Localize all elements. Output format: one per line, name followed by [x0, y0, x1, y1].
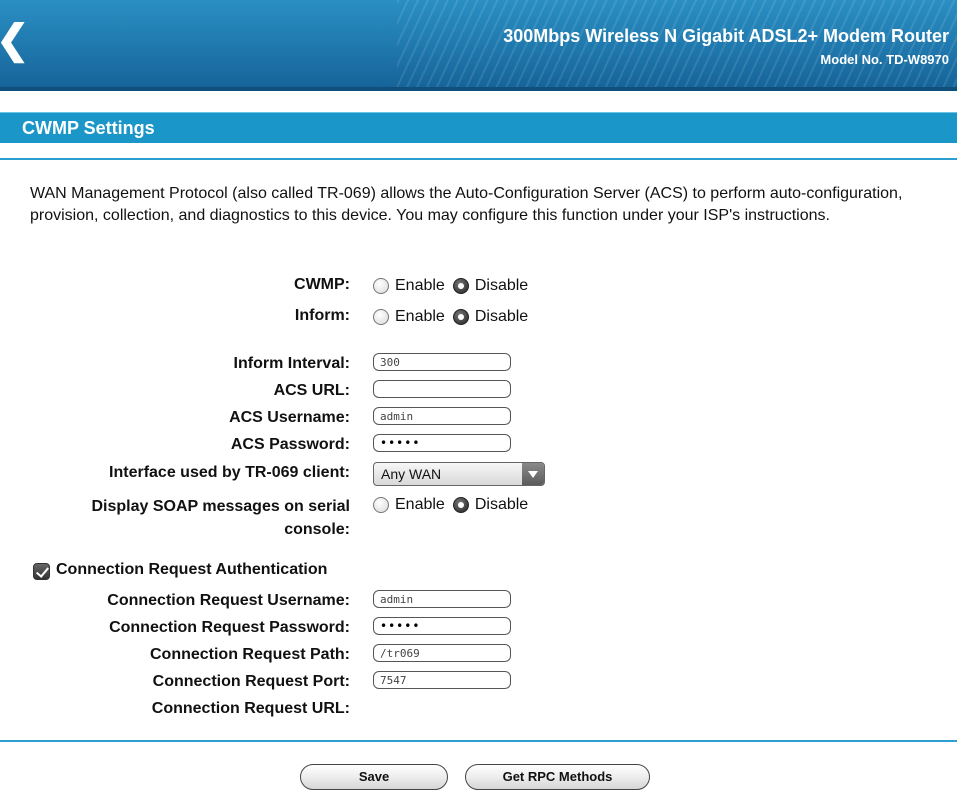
- top-divider: [0, 158, 957, 160]
- connection-auth-checkbox[interactable]: [33, 563, 50, 580]
- logo-registered-mark: ®: [10, 25, 17, 35]
- soap-label-line1: Display SOAP messages on serial: [91, 498, 351, 515]
- inform-interval-input[interactable]: [373, 353, 511, 371]
- conn-path-input[interactable]: [373, 644, 511, 662]
- acs-password-input[interactable]: [373, 434, 511, 452]
- model-number: Model No. TD-W8970: [820, 52, 949, 67]
- connection-auth-label: Connection Request Authentication: [56, 561, 328, 578]
- soap-enable-radio[interactable]: [373, 497, 389, 513]
- product-title: 300Mbps Wireless N Gigabit ADSL2+ Modem …: [503, 26, 949, 46]
- conn-port-label: Connection Request Port:: [152, 673, 350, 690]
- get-rpc-methods-button[interactable]: Get RPC Methods: [465, 764, 650, 790]
- cwmp-enable-label: Enable: [395, 277, 445, 294]
- inform-enable-radio[interactable]: [373, 309, 389, 325]
- save-button[interactable]: Save: [300, 764, 448, 790]
- cwmp-radio-group: Enable Disable: [373, 276, 536, 296]
- soap-radio-group: Enable Disable: [373, 495, 536, 515]
- acs-password-label: ACS Password:: [230, 436, 350, 453]
- acs-username-label: ACS Username:: [229, 409, 350, 426]
- cwmp-label: CWMP:: [294, 276, 350, 293]
- acs-url-label: ACS URL:: [273, 382, 350, 399]
- conn-password-label: Connection Request Password:: [109, 619, 350, 636]
- description-text: WAN Management Protocol (also called TR-…: [30, 185, 903, 224]
- cwmp-enable-radio[interactable]: [373, 278, 389, 294]
- inform-enable-label: Enable: [395, 308, 445, 325]
- conn-username-label: Connection Request Username:: [107, 592, 350, 609]
- chevron-down-icon[interactable]: [522, 463, 544, 485]
- cwmp-disable-label: Disable: [474, 277, 529, 294]
- header-divider: [0, 87, 957, 91]
- page-title: CWMP Settings: [22, 118, 155, 138]
- interface-select-value: Any WAN: [381, 466, 442, 482]
- conn-password-input[interactable]: [373, 617, 511, 635]
- interface-select[interactable]: Any WAN: [373, 462, 545, 486]
- soap-disable-radio[interactable]: [452, 497, 469, 513]
- conn-path-label: Connection Request Path:: [149, 646, 350, 663]
- soap-enable-label: Enable: [395, 496, 445, 513]
- acs-url-input[interactable]: [373, 380, 511, 398]
- bottom-divider: [0, 740, 957, 742]
- soap-label: Display SOAP messages on serial console:: [92, 495, 351, 541]
- inform-label: Inform:: [294, 307, 350, 324]
- inform-disable-radio[interactable]: [452, 309, 469, 325]
- inform-radio-group: Enable Disable: [373, 307, 536, 327]
- inform-interval-label: Inform Interval:: [233, 355, 350, 372]
- conn-url-label: Connection Request URL:: [151, 700, 350, 717]
- acs-username-input[interactable]: [373, 407, 511, 425]
- soap-disable-label: Disable: [474, 496, 529, 513]
- cwmp-disable-radio[interactable]: [452, 278, 469, 294]
- conn-port-input[interactable]: [373, 671, 511, 689]
- soap-label-line2: console:: [284, 521, 350, 538]
- header-banner: ❮ ® 300Mbps Wireless N Gigabit ADSL2+ Mo…: [0, 0, 957, 87]
- interface-label: Interface used by TR-069 client:: [109, 464, 350, 481]
- inform-disable-label: Disable: [474, 308, 529, 325]
- conn-username-input[interactable]: [373, 590, 511, 608]
